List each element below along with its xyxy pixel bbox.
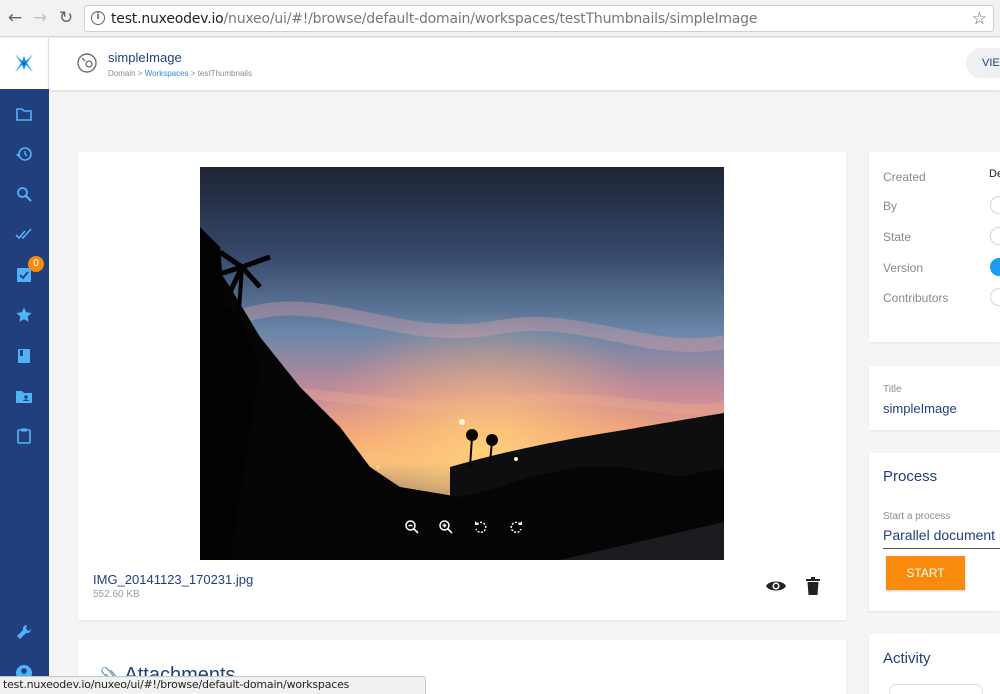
title-label: Title <box>883 384 902 395</box>
file-size: 552.60 KB <box>93 589 140 600</box>
by-label: By <box>883 199 898 213</box>
file-name-link[interactable]: IMG_20141123_170231.jpg <box>93 572 253 587</box>
browser-status-bar: test.nuxeodev.io/nuxeo/ui/#!/browse/defa… <box>0 676 426 694</box>
preview-eye-icon[interactable] <box>765 578 787 594</box>
created-value: De <box>989 168 1000 180</box>
author-chip[interactable] <box>990 196 1000 214</box>
activity-item[interactable] <box>889 684 983 694</box>
zoom-out-icon[interactable] <box>404 519 420 535</box>
bookmark-star-icon[interactable]: ☆ <box>972 9 987 29</box>
delete-trash-icon[interactable] <box>805 577 821 596</box>
state-chip <box>990 227 1000 245</box>
start-button[interactable]: START <box>886 556 965 590</box>
shared-folder-icon[interactable] <box>15 387 33 405</box>
breadcrumb: Domain > Workspaces > testThumbnails <box>108 69 252 78</box>
image-tools <box>200 517 724 537</box>
breadcrumb-current: testThumbnails <box>197 69 252 78</box>
image-viewer-card: IMG_20141123_170231.jpg 552.60 KB <box>78 152 846 620</box>
rotate-right-icon[interactable] <box>508 519 524 535</box>
browser-toolbar: ← → ↻ i test.nuxeodev.io/nuxeo/ui/#!/bro… <box>0 0 1000 37</box>
folder-icon[interactable] <box>15 105 33 123</box>
image-preview[interactable] <box>200 167 724 560</box>
process-card: Process Start a process Parallel documen… <box>869 453 1000 611</box>
page-title: simpleImage <box>108 50 182 65</box>
wrench-icon[interactable] <box>15 623 33 641</box>
nuxeo-logo[interactable] <box>0 38 49 89</box>
reload-icon[interactable]: ↻ <box>57 9 75 27</box>
start-process-label: Start a process <box>883 511 951 522</box>
document-header: simpleImage Domain > Workspaces > testTh… <box>49 38 1000 90</box>
process-heading: Process <box>883 468 938 485</box>
version-chip[interactable] <box>990 258 1000 276</box>
app-sidebar: 0 <box>0 38 49 694</box>
breadcrumb-separator: > <box>188 69 198 78</box>
created-label: Created <box>883 170 926 184</box>
site-info-icon[interactable]: i <box>91 11 105 25</box>
activity-card: Activity <box>869 634 1000 694</box>
sunset-photo <box>200 167 724 560</box>
back-arrow-icon[interactable]: ← <box>6 9 24 27</box>
search-icon[interactable] <box>15 185 33 203</box>
url-text[interactable]: test.nuxeodev.io/nuxeo/ui/#!/browse/defa… <box>111 11 757 27</box>
nuxeo-x-logo-icon <box>15 54 33 72</box>
zoom-in-icon[interactable] <box>438 519 454 535</box>
breadcrumb-separator: > <box>135 69 145 78</box>
rotate-left-icon[interactable] <box>473 519 489 535</box>
process-select[interactable]: Parallel document review <box>883 527 1000 549</box>
title-value: simpleImage <box>883 401 957 416</box>
forward-arrow-icon[interactable]: → <box>31 9 49 27</box>
version-label: Version <box>883 261 924 275</box>
metadata-card: Created De By State Version Contributors <box>869 152 1000 342</box>
contributors-label: Contributors <box>883 291 949 305</box>
tasks-count-badge: 0 <box>28 256 44 272</box>
clipboard-icon[interactable] <box>15 427 33 445</box>
double-check-icon[interactable] <box>15 225 33 243</box>
activity-heading: Activity <box>883 650 931 667</box>
title-card: Title simpleImage <box>869 366 1000 430</box>
contributor-chip[interactable] <box>990 288 1000 306</box>
breadcrumb-workspaces-link[interactable]: Workspaces <box>145 69 189 78</box>
address-bar[interactable]: i test.nuxeodev.io/nuxeo/ui/#!/browse/de… <box>84 5 994 32</box>
document-type-icon <box>76 52 98 74</box>
state-label: State <box>883 230 912 244</box>
star-icon[interactable] <box>15 306 33 324</box>
history-icon[interactable] <box>15 145 33 163</box>
view-button[interactable]: VIEW <box>966 48 1000 78</box>
book-icon[interactable] <box>15 347 33 365</box>
breadcrumb-domain[interactable]: Domain <box>108 69 136 78</box>
